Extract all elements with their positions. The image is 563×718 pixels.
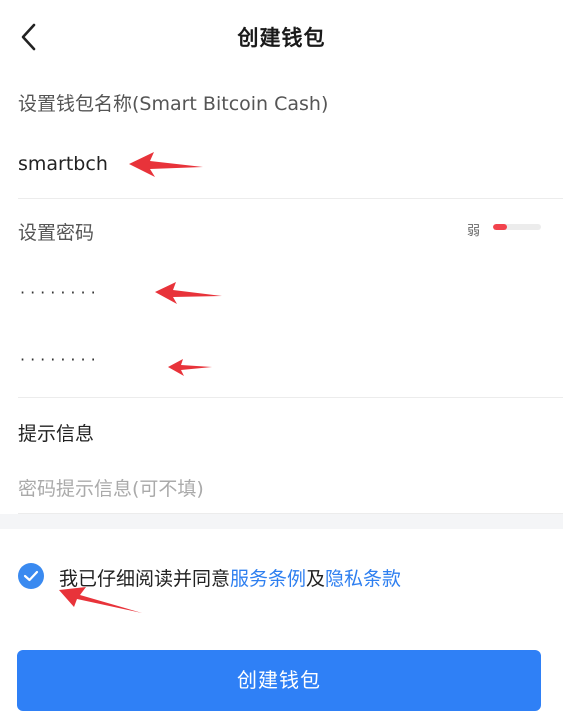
terms-link[interactable]: 服务条例: [230, 568, 306, 590]
annotation-arrow: [59, 587, 142, 613]
divider: [18, 198, 563, 199]
agreement-conjunction: 及: [306, 568, 326, 590]
create-wallet-button[interactable]: 创建钱包: [17, 650, 541, 711]
hint-label: 提示信息: [18, 423, 95, 445]
wallet-name-input[interactable]: smartbch: [18, 153, 108, 175]
password-label: 设置密码: [18, 222, 95, 244]
password-strength-fill: [493, 224, 508, 230]
annotation-arrow: [155, 282, 222, 304]
password-strength-bar: [493, 224, 541, 230]
agreement-checkbox[interactable]: [18, 563, 44, 589]
hint-input[interactable]: 密码提示信息(可不填): [18, 474, 204, 501]
confirm-password-input[interactable]: ········: [20, 350, 101, 369]
privacy-link[interactable]: 隐私条款: [325, 568, 401, 590]
section-gap: [0, 514, 563, 529]
annotation-arrow: [168, 359, 212, 376]
divider: [18, 397, 563, 398]
page-title: 创建钱包: [237, 26, 326, 50]
password-strength-label: 弱: [467, 224, 481, 239]
annotation-arrow: [129, 152, 203, 177]
header-bar: 创建钱包: [0, 0, 563, 76]
password-input[interactable]: ········: [20, 283, 101, 302]
wallet-name-label: 设置钱包名称(Smart Bitcoin Cash): [18, 93, 329, 115]
